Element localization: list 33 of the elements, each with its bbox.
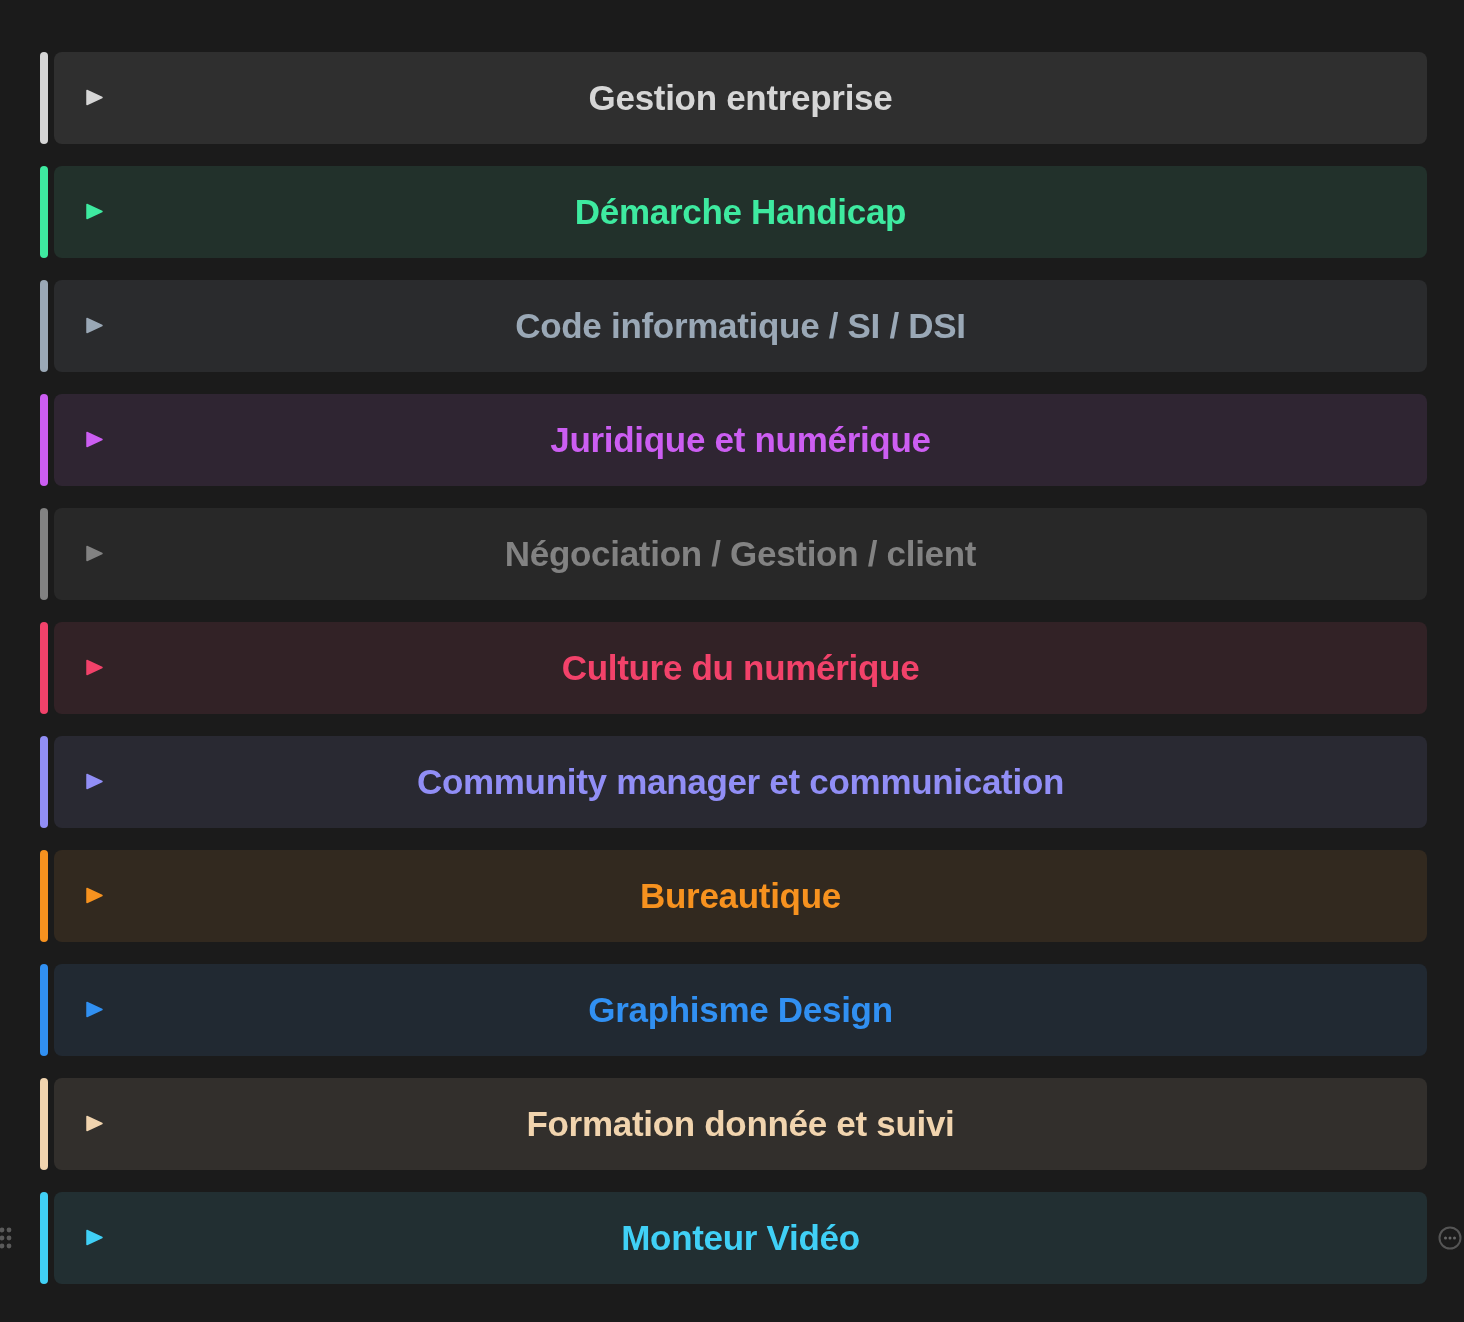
toggle-triangle-icon[interactable] [86,887,103,904]
toggle-block[interactable]: Culture du numérique [54,622,1427,714]
toggle-block[interactable]: Monteur Vidéo [54,1192,1427,1284]
toggle-triangle-icon[interactable] [86,317,103,334]
toggle-block[interactable]: Bureautique [54,850,1427,942]
toggle-title: Formation donnée et suivi [526,1104,955,1144]
toggle-title: Culture du numérique [561,648,920,688]
toggle-title: Négociation / Gestion / client [504,534,977,574]
toggle-block[interactable]: Community manager et communication [54,736,1427,828]
toggle-block[interactable]: Juridique et numérique [54,394,1427,486]
toggle-triangle-icon[interactable] [86,1001,103,1018]
toggle-block[interactable]: Démarche Handicap [54,166,1427,258]
toggle-block[interactable]: Gestion entreprise [54,52,1427,144]
toggle-block[interactable]: Négociation / Gestion / client [54,508,1427,600]
toggle-triangle-icon[interactable] [86,431,103,448]
toggle-triangle-icon[interactable] [86,203,103,220]
drag-handle-icon[interactable] [0,1226,12,1250]
toggle-triangle-icon[interactable] [86,773,103,790]
toggle-triangle-icon[interactable] [86,659,103,676]
toggle-title: Démarche Handicap [574,192,907,232]
toggle-title: Community manager et communication [416,762,1065,802]
toggle-title: Monteur Vidéo [621,1218,860,1258]
toggle-title: Juridique et numérique [550,420,931,460]
more-options-icon[interactable] [1438,1226,1462,1250]
toggle-block[interactable]: Formation donnée et suivi [54,1078,1427,1170]
toggle-title: Code informatique / SI / DSI [515,306,966,346]
toggle-title: Bureautique [640,876,841,916]
toggle-title: Graphisme Design [588,990,893,1030]
toggle-triangle-icon[interactable] [86,1229,103,1246]
toggle-block[interactable]: Code informatique / SI / DSI [54,280,1427,372]
toggle-title: Gestion entreprise [588,78,893,118]
toggle-triangle-icon[interactable] [86,545,103,562]
toggle-block[interactable]: Graphisme Design [54,964,1427,1056]
